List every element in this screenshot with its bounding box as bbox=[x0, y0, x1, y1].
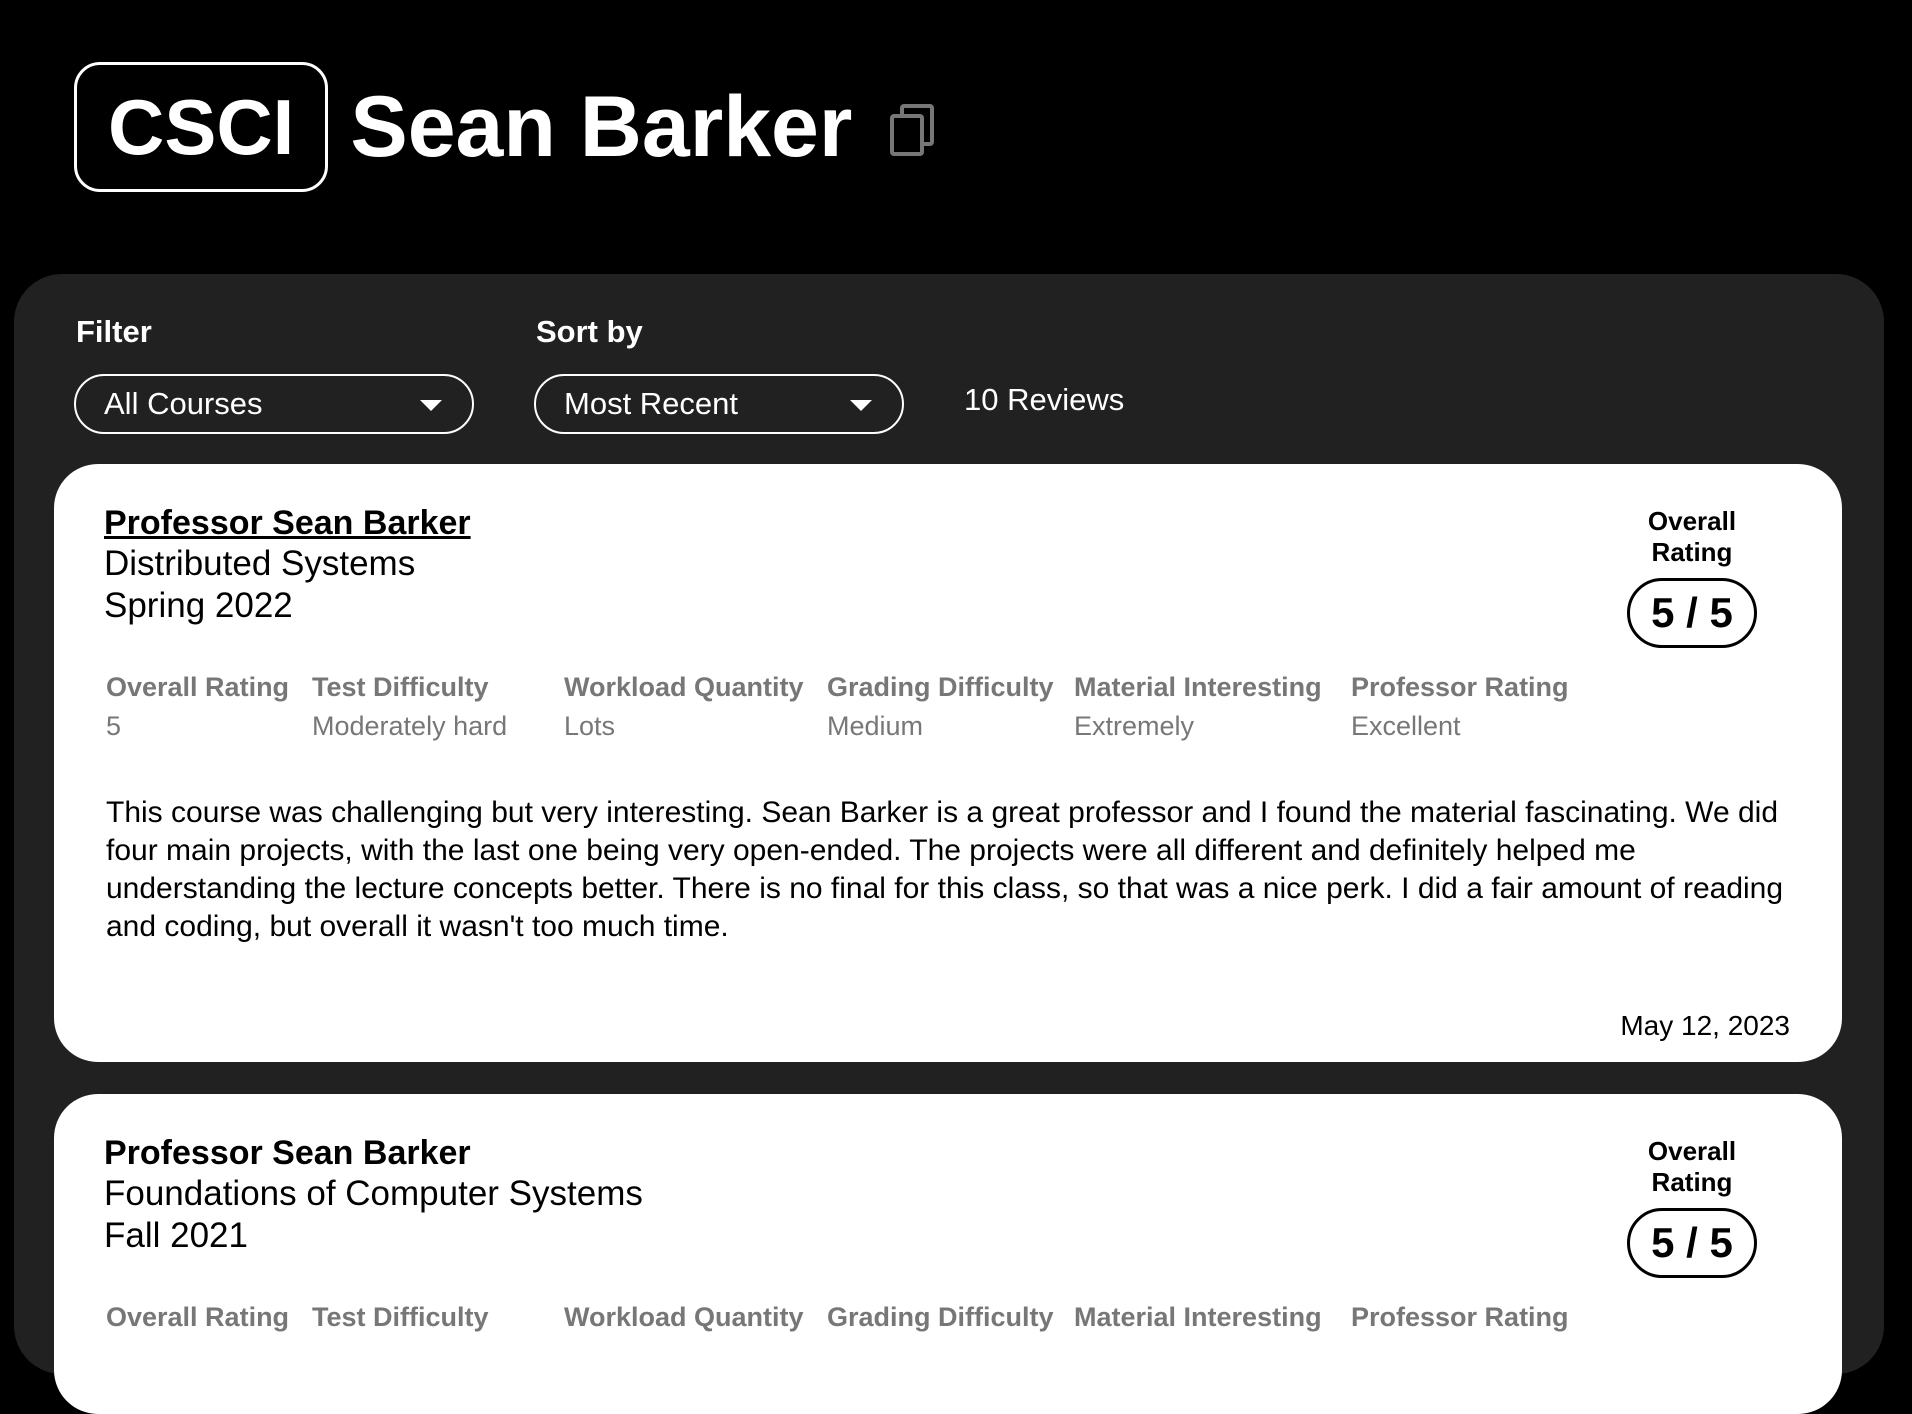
metric: Grading Difficulty Medium bbox=[827, 672, 1054, 742]
metric: Workload Quantity bbox=[564, 1302, 804, 1333]
metric: Overall Rating bbox=[106, 1302, 289, 1333]
overall-rating-box: Overall Rating 5 / 5 bbox=[1604, 1136, 1780, 1278]
chevron-down-icon bbox=[420, 400, 442, 411]
metric-label: Test Difficulty bbox=[312, 672, 489, 702]
course-name: Foundations of Computer Systems bbox=[104, 1174, 643, 1213]
overall-rating-box: Overall Rating 5 / 5 bbox=[1604, 506, 1780, 648]
metric-label: Material Interesting bbox=[1074, 1302, 1322, 1332]
review-text: This course was challenging but very int… bbox=[106, 796, 1784, 943]
metric: Overall Rating 5 bbox=[106, 672, 289, 742]
course-name: Distributed Systems bbox=[104, 544, 416, 583]
metric: Material Interesting bbox=[1074, 1302, 1322, 1333]
page-header: CSCI Sean Barker bbox=[74, 62, 936, 192]
professor-link[interactable]: Professor Sean Barker bbox=[104, 504, 471, 543]
review-card: Professor Sean Barker Foundations of Com… bbox=[54, 1094, 1842, 1414]
metric-label: Overall Rating bbox=[106, 672, 290, 702]
filter-dropdown[interactable]: All Courses bbox=[74, 374, 474, 434]
overall-rating-score: 5 / 5 bbox=[1627, 1208, 1757, 1278]
term: Fall 2021 bbox=[104, 1216, 248, 1255]
metric-label: Grading Difficulty bbox=[827, 1302, 1054, 1332]
overall-rating-score: 5 / 5 bbox=[1627, 578, 1757, 648]
metric: Professor Rating Excellent bbox=[1351, 672, 1569, 742]
reviews-panel: Filter All Courses Sort by Most Recent 1… bbox=[14, 274, 1884, 1414]
metric-label: Grading Difficulty bbox=[827, 672, 1054, 702]
department-badge: CSCI bbox=[74, 62, 329, 192]
review-card: Professor Sean Barker Distributed System… bbox=[54, 464, 1842, 1062]
metric-label: Workload Quantity bbox=[564, 1302, 804, 1332]
metric: Workload Quantity Lots bbox=[564, 672, 804, 742]
metric-label: Test Difficulty bbox=[312, 1302, 489, 1332]
page-title: Sean Barker bbox=[350, 79, 853, 175]
sort-dropdown[interactable]: Most Recent bbox=[534, 374, 904, 434]
metric-value: Moderately hard bbox=[312, 711, 508, 741]
metric-label: Overall Rating bbox=[106, 1302, 290, 1332]
metric-value: Excellent bbox=[1351, 711, 1461, 741]
metric-value: Medium bbox=[827, 711, 924, 741]
chevron-down-icon bbox=[850, 400, 872, 411]
professor-link[interactable]: Professor Sean Barker bbox=[104, 1134, 471, 1173]
metric-label: Material Interesting bbox=[1074, 672, 1322, 702]
overall-rating-label: Overall Rating bbox=[1647, 506, 1737, 567]
term: Spring 2022 bbox=[104, 586, 293, 625]
metric-label: Workload Quantity bbox=[564, 672, 804, 702]
filter-value: All Courses bbox=[104, 386, 263, 421]
metric-value: Extremely bbox=[1074, 711, 1195, 741]
metric-label: Professor Rating bbox=[1351, 672, 1569, 702]
copy-icon[interactable] bbox=[890, 104, 936, 156]
metric: Material Interesting Extremely bbox=[1074, 672, 1322, 742]
metric: Grading Difficulty bbox=[827, 1302, 1054, 1333]
metric-label: Professor Rating bbox=[1351, 1302, 1569, 1332]
metric-value: Lots bbox=[564, 711, 616, 741]
metric: Test Difficulty Moderately hard bbox=[312, 672, 507, 742]
metric: Test Difficulty bbox=[312, 1302, 489, 1333]
metric-value: 5 bbox=[106, 711, 122, 741]
overall-rating-label: Overall Rating bbox=[1647, 1136, 1737, 1197]
review-count: 10 Reviews bbox=[964, 382, 1125, 417]
sort-value: Most Recent bbox=[564, 386, 739, 421]
metric: Professor Rating bbox=[1351, 1302, 1569, 1333]
sort-label: Sort by bbox=[536, 314, 643, 349]
review-date: May 12, 2023 bbox=[1620, 1010, 1790, 1041]
filter-label: Filter bbox=[76, 314, 152, 349]
